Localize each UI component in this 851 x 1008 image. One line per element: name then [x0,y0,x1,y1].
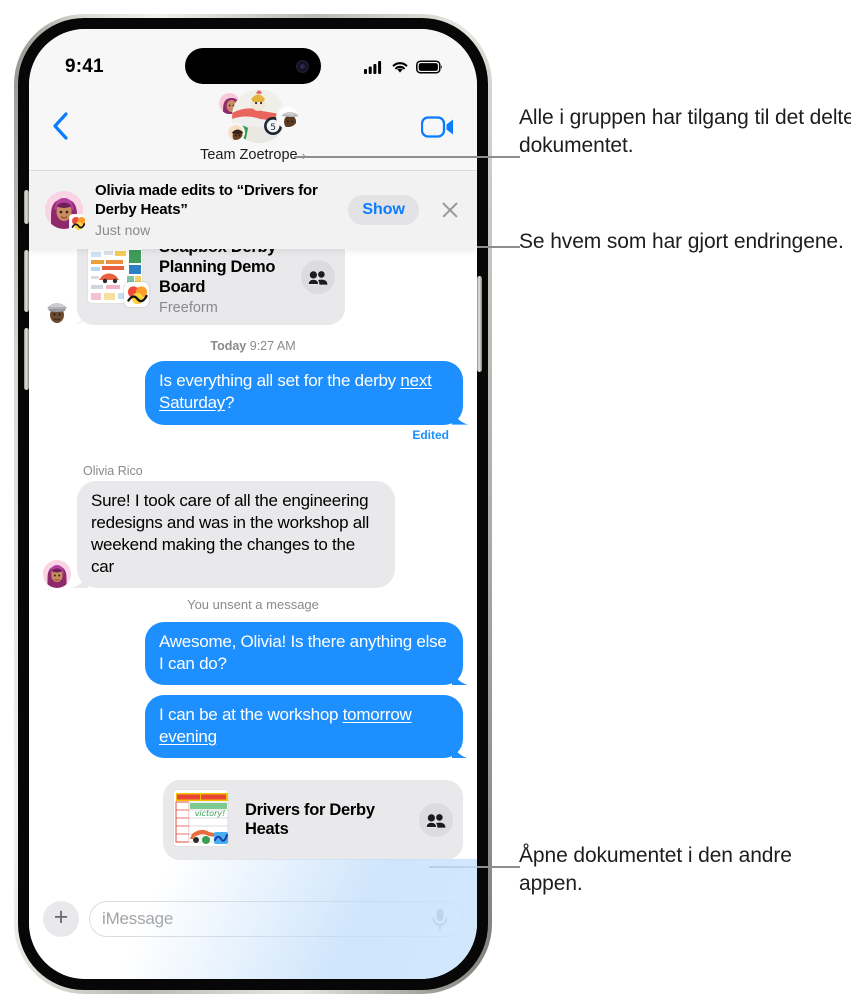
freeform-glyph [125,283,148,307]
callout-open-document: Åpne dokumentet i den andre appen. [519,844,792,895]
microphone-icon[interactable] [430,907,450,931]
back-button[interactable] [49,111,71,141]
cellular-signal-icon [364,61,382,74]
plus-icon[interactable] [43,901,79,937]
freeform-app-icon [124,282,149,308]
bubble-text-before: I can be at the workshop [159,705,343,725]
group-name-label: Team Zoetrope [200,147,298,163]
facetime-button[interactable] [420,115,455,139]
status-bar: 9:41 [29,29,477,91]
message-row-outgoing-3: I can be at the workshop tomorrow evenin… [43,695,463,759]
status-bar-indicators [364,60,443,74]
svg-text:5: 5 [270,123,276,133]
numbers-attachment-card[interactable]: victory! Drivers for Derby Heats [163,780,463,861]
freeform-app-icon [69,214,86,231]
message-bubble-outgoing[interactable]: Is everything all set for the derby next… [145,361,463,425]
message-bubble-outgoing[interactable]: Awesome, Olivia! Is there anything else … [145,621,463,686]
message-sender-name: Olivia Rico [83,463,143,478]
callout-leader-3 [429,866,520,868]
show-button[interactable]: Show [348,195,419,225]
participants-button[interactable] [301,260,335,295]
message-list[interactable]: Soapbox Derby Planning Demo Board Freefo… [29,229,477,887]
banner-text: Olivia made edits to “Drivers for Derby … [95,182,336,238]
knight-memoji-avatar [43,297,71,326]
message-timestamp: Today 9:27 AM [43,339,463,353]
group-member-avatar-3 [226,123,245,142]
status-bar-clock: 9:41 [65,56,104,77]
svg-text:victory!: victory! [195,809,226,818]
group-member-avatar-2 [276,105,300,129]
message-row-incoming-1: Sure! I took care of all the engineering… [43,480,463,588]
group-header[interactable]: 5 Team Zoetrope › [200,89,306,163]
message-input-bar: iMessage [29,887,477,979]
attachment-meta: Drivers for Derby Heats [245,801,409,841]
bubble-text-after: ? [225,393,235,413]
attachment-thumbnail [87,246,149,308]
spreadsheet-preview-graphic: victory! [174,790,228,847]
facetime-video-icon [420,116,453,138]
message-bubble-incoming[interactable]: Sure! I took care of all the engineering… [77,480,395,588]
avatar [43,559,71,588]
attachment-app-name: Freeform [159,300,218,317]
numbers-spreadsheet-thumbnail: victory! [173,789,229,848]
system-message: You unsent a message [187,596,319,612]
banner-subtitle: Just now [95,221,151,238]
iphone-device-frame: 9:41 5 Team Zoetrope › Olivia made edits… [14,14,492,994]
wifi-icon [392,62,408,73]
attachment-thumbnail: victory! [173,789,235,851]
group-name[interactable]: Team Zoetrope › [200,147,306,163]
memoji-small-avatar [228,125,243,140]
two-people-icon [308,270,328,285]
message-row-outgoing-1: Is everything all set for the derby next… [43,361,463,425]
banner-avatar [45,191,86,231]
avatar [43,297,71,326]
group-avatar-stack: 5 [205,89,301,145]
chevron-left-icon [53,112,68,140]
banner-title: Olivia made edits to “Drivers for Derby … [95,182,318,218]
two-people-icon [426,813,446,828]
callout-leader-1 [294,156,520,158]
timestamp-day: Today [210,339,247,354]
battery-icon [416,60,443,74]
olivia-memoji-avatar [43,559,71,588]
device-screen: 9:41 5 Team Zoetrope › Olivia made edits… [29,29,477,979]
chevron-right-icon: › [301,147,306,163]
device-bezel: 9:41 5 Team Zoetrope › Olivia made edits… [18,18,488,990]
message-edited-label[interactable]: Edited [43,428,449,442]
screenshot-canvas: 9:41 5 Team Zoetrope › Olivia made edits… [0,0,851,1008]
memoji-hat-avatar [278,107,298,127]
dynamic-island [185,48,321,84]
message-input-field[interactable]: iMessage [89,901,463,937]
message-bubble-outgoing[interactable]: I can be at the workshop tomorrow evenin… [145,695,463,759]
front-camera-icon [296,59,309,73]
timestamp-time: 9:27 AM [249,339,296,354]
bubble-text-before: Is everything all set for the derby [159,371,401,391]
message-input-placeholder: iMessage [102,909,174,928]
close-icon[interactable] [437,197,463,223]
attachment-meta: Soapbox Derby Planning Demo Board Freefo… [159,238,291,316]
message-row-outgoing-2: Awesome, Olivia! Is there anything else … [43,621,463,686]
callout-see-changes: Se hvem som har gjort endringene. [519,230,844,253]
participants-button[interactable] [419,803,453,838]
conversation-header: 5 Team Zoetrope › [29,85,477,171]
collaboration-banner[interactable]: Olivia made edits to “Drivers for Derby … [29,171,477,249]
freeform-glyph [70,215,85,230]
power-button[interactable] [477,276,482,372]
attachment-title: Drivers for Derby Heats [245,800,375,839]
callout-group-access: Alle i gruppen har tilgang til det delte… [519,106,851,157]
